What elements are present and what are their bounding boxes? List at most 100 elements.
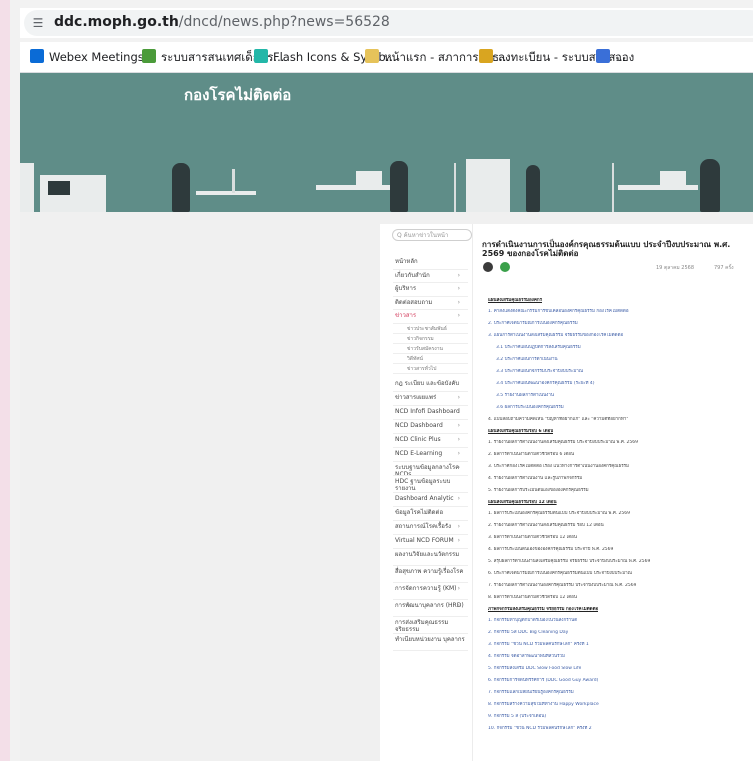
site-title: กองโรคไม่ติดต่อ (184, 86, 292, 104)
address-bar[interactable]: ☰ ddc.moph.go.th/dncd/news.php?news=5652… (20, 8, 753, 38)
article-link[interactable]: 2. กิจกรรม 5ส DDC Big Cleaning Day (488, 630, 568, 635)
url-text[interactable]: ddc.moph.go.th/dncd/news.php?news=56528 (54, 14, 390, 30)
article-link[interactable]: 2. ประกาศเจตนารมณ์การเป็นองค์กรคุณธรรม (488, 321, 578, 326)
article-link[interactable]: 6. กิจกรรมการจัดนิทรรศการ (DDC Good Guy … (488, 678, 598, 683)
sidebar-item[interactable]: NCD Infofi Dashboard › (395, 408, 470, 415)
omnibox[interactable]: ☰ ddc.moph.go.th/dncd/news.php?news=5652… (24, 10, 753, 36)
person-illustration-2 (390, 161, 408, 212)
chevron-right-icon: › (457, 584, 460, 592)
chevron-right-icon: › (457, 421, 460, 429)
sidebar-divider (393, 322, 468, 324)
sidebar-divider (393, 474, 468, 476)
sidebar-item[interactable]: ข่าวสารทั่วไป (407, 366, 482, 373)
sidebar-item[interactable]: HDC ฐานข้อมูลระบบรายงาน (395, 478, 470, 492)
article-link[interactable]: 3.5 รายงานผลการดำเนินงาน (496, 393, 554, 398)
bookmark-item[interactable]: Webex Meetings (30, 48, 144, 66)
sidebar-item[interactable]: การพัฒนาบุคลากร (HRD) › (395, 602, 470, 609)
sidebar-item[interactable]: ข่าวกิจกรรม (407, 336, 482, 343)
bookmark-favicon-icon (142, 49, 156, 63)
sidebar-item-label: HDC ฐานข้อมูลระบบรายงาน (395, 477, 451, 492)
sidebar-item-label: ข้อมูลโรคไม่ติดต่อ (395, 508, 444, 516)
bookmark-item[interactable]: จอง (596, 48, 634, 66)
sidebar-divider (393, 491, 468, 493)
chevron-right-icon: › (457, 285, 460, 292)
facebook-share-icon[interactable] (483, 262, 493, 272)
sidebar-item[interactable]: ผลงานวิจัยและนวัตกรรม (395, 551, 470, 558)
sidebar-divider (393, 332, 468, 334)
sidebar-item[interactable]: NCD Clinic Plus › (395, 436, 470, 443)
sidebar-item[interactable]: การจัดการความรู้ (KM) › (395, 585, 470, 592)
article-link[interactable]: 8. กิจกรรมสร้างความสุขในที่ทำงาน Happy W… (488, 702, 599, 707)
article-link[interactable]: 3. กิจกรรม "ชวน NCD รวมพลคนรักษ์โลก" ครั… (488, 642, 589, 647)
sidebar-item[interactable]: สถานการณ์โรคเรื้อรัง › (395, 523, 470, 530)
sidebar-item[interactable]: ข่าวประชาสัมพันธ์ (407, 326, 482, 333)
article-text-line: 1. ผลการประเมินองค์กรคุณธรรมต้นแบบ ประจำ… (488, 511, 631, 516)
sidebar-item[interactable]: ข้อมูลโรคไม่ติดต่อ (395, 509, 470, 516)
url-domain: ddc.moph.go.th (54, 14, 179, 30)
chevron-right-icon: › (457, 407, 460, 415)
sidebar-item-label: ข่าวสารเผยแพร่ (395, 393, 437, 401)
article-text-line: 4. รายงานผลการดำเนินงาน และรูปภาพกิจกรรม (488, 476, 583, 481)
sidebar-item-label: NCD Dashboard (395, 421, 443, 429)
sidebar-item[interactable]: NCD E-Learning › (395, 450, 470, 457)
article-link[interactable]: 9. กิจกรรม 5 ส (ประจำเดือน) (488, 714, 546, 719)
article-link[interactable]: 4. กิจกรรม จิตอาสาพัฒนาพื้นที่ส่วนรวม (488, 654, 565, 659)
sidebar-item[interactable]: วิดีทัศน์ (407, 356, 482, 363)
sidebar-divider (393, 282, 468, 283)
person-illustration-3 (526, 165, 540, 212)
sidebar-item[interactable]: Dashboard Analytic › (395, 495, 470, 502)
sidebar-item[interactable]: หน้าหลัก (395, 258, 470, 265)
sidebar-divider (393, 598, 468, 600)
line-share-icon[interactable] (500, 262, 510, 272)
sidebar-item[interactable]: เกี่ยวกับสำนัก › (395, 272, 470, 279)
sidebar-divider (393, 581, 468, 583)
sidebar-item[interactable]: ผู้บริหาร › (395, 285, 470, 292)
sidebar-item[interactable]: Virtual NCD FORUM › (395, 537, 470, 544)
article-link[interactable]: 3.6 ผลการประเมินองค์กรคุณธรรม (496, 405, 564, 410)
article-link[interactable]: 3. แผนการดำเนินงานส่งเสริมคุณธรรม จริยธร… (488, 333, 623, 338)
article-link[interactable]: 1. กิจกรรมทำบุญตักบาตรเนื่องในวันสงกรานต… (488, 618, 577, 623)
person-illustration (172, 163, 190, 212)
article-link[interactable]: 5. กิจกรรมส่งเสริม DDC Slow Food Slow Li… (488, 666, 581, 671)
sidebar-item[interactable]: ทำเนียบหน่วยงาน บุคลากร (395, 636, 470, 643)
sidebar-item-label: Virtual NCD FORUM (395, 536, 454, 544)
sidebar-item-label: ข่าวประชาสัมพันธ์ (407, 325, 447, 332)
article-text-line: 7. รายงานผลการดำเนินงานองค์กรคุณธรรม ประ… (488, 583, 637, 588)
sidebar-item[interactable]: สื่อสุขภาพ ความรู้เรื่องโรค (395, 568, 470, 575)
sidebar-item[interactable]: NCD Dashboard › (395, 422, 470, 429)
divider-illustration (454, 163, 456, 212)
sidebar-item[interactable]: ติดต่อสอบถาม › (395, 299, 470, 306)
sidebar-item[interactable]: กฎ ระเบียบ และข้อบังคับ (395, 380, 470, 387)
monitor-illustration (356, 171, 382, 187)
article-date: 19 ตุลาคม 2568 (656, 265, 695, 271)
cabinet-illustration (20, 163, 34, 212)
article-link[interactable]: 10. กิจกรรม "ชวน NCD รวมพลคนรักษ์โลก" คร… (488, 726, 592, 731)
sidebar-divider (393, 404, 468, 406)
sidebar-item[interactable]: ข่าวสารเผยแพร่ › (395, 394, 470, 401)
sidebar-item-label: Dashboard Analytic (395, 494, 454, 502)
article-section-heading: แผนส่งเสริมคุณธรรมรอบ 6 เดือน (488, 429, 554, 434)
desk-illustration-3 (618, 185, 698, 190)
article-link[interactable]: 3.4 ประกาศแผนพัฒนาองค์กรคุณธรรม (ระยะที่… (496, 381, 595, 386)
sidebar-divider (393, 362, 468, 364)
bookmark-favicon-icon (479, 49, 493, 63)
article-link[interactable]: 3.1 ประกาศแผนปฏิบัติการส่งเสริมคุณธรรม (496, 345, 581, 350)
sidebar-divider (393, 615, 468, 617)
article-link[interactable]: 3.2 ประกาศแผนการดำเนินงาน (496, 357, 558, 362)
person-illustration-4 (700, 159, 720, 212)
article-link[interactable]: 7. กิจกรรมแลกเปลี่ยนเรียนรู้องค์กรคุณธรร… (488, 690, 574, 695)
sidebar-item[interactable]: การส่งเสริมคุณธรรม จริยธรรม (395, 619, 470, 633)
article-link[interactable]: 1. คำสั่งแต่งตั้งคณะกรรมการขับเคลื่อนองค… (488, 309, 629, 314)
article-link[interactable]: 3.3 ประกาศแผนกิจกรรมประจำปีงบประมาณ (496, 369, 583, 374)
sidebar-item[interactable]: ข่าวรับสมัครงาน (407, 346, 482, 353)
chevron-right-icon: › (457, 536, 460, 544)
site-info-icon[interactable]: ☰ (30, 15, 46, 31)
article-text-line: 5. สรุปผลการดำเนินงานส่งเสริมคุณธรรม จริ… (488, 559, 651, 564)
sidebar-item-label: การส่งเสริมคุณธรรม จริยธรรม (395, 618, 449, 633)
sidebar-item[interactable]: ข่าวสาร › (395, 312, 470, 319)
url-path: /dncd/news.php?news=56528 (178, 14, 390, 30)
article-text-line: 4. ผลการประเมินตนเองขององค์กรคุณธรรม ประ… (488, 547, 614, 552)
chevron-right-icon: › (457, 522, 460, 530)
article-text-line: 4. แบบสอบถามความคิดเห็น "ปัญหาที่อยากแก้… (488, 417, 629, 422)
sidebar-search-input[interactable]: Q ค้นหาข่าวในหน้า (392, 229, 472, 241)
